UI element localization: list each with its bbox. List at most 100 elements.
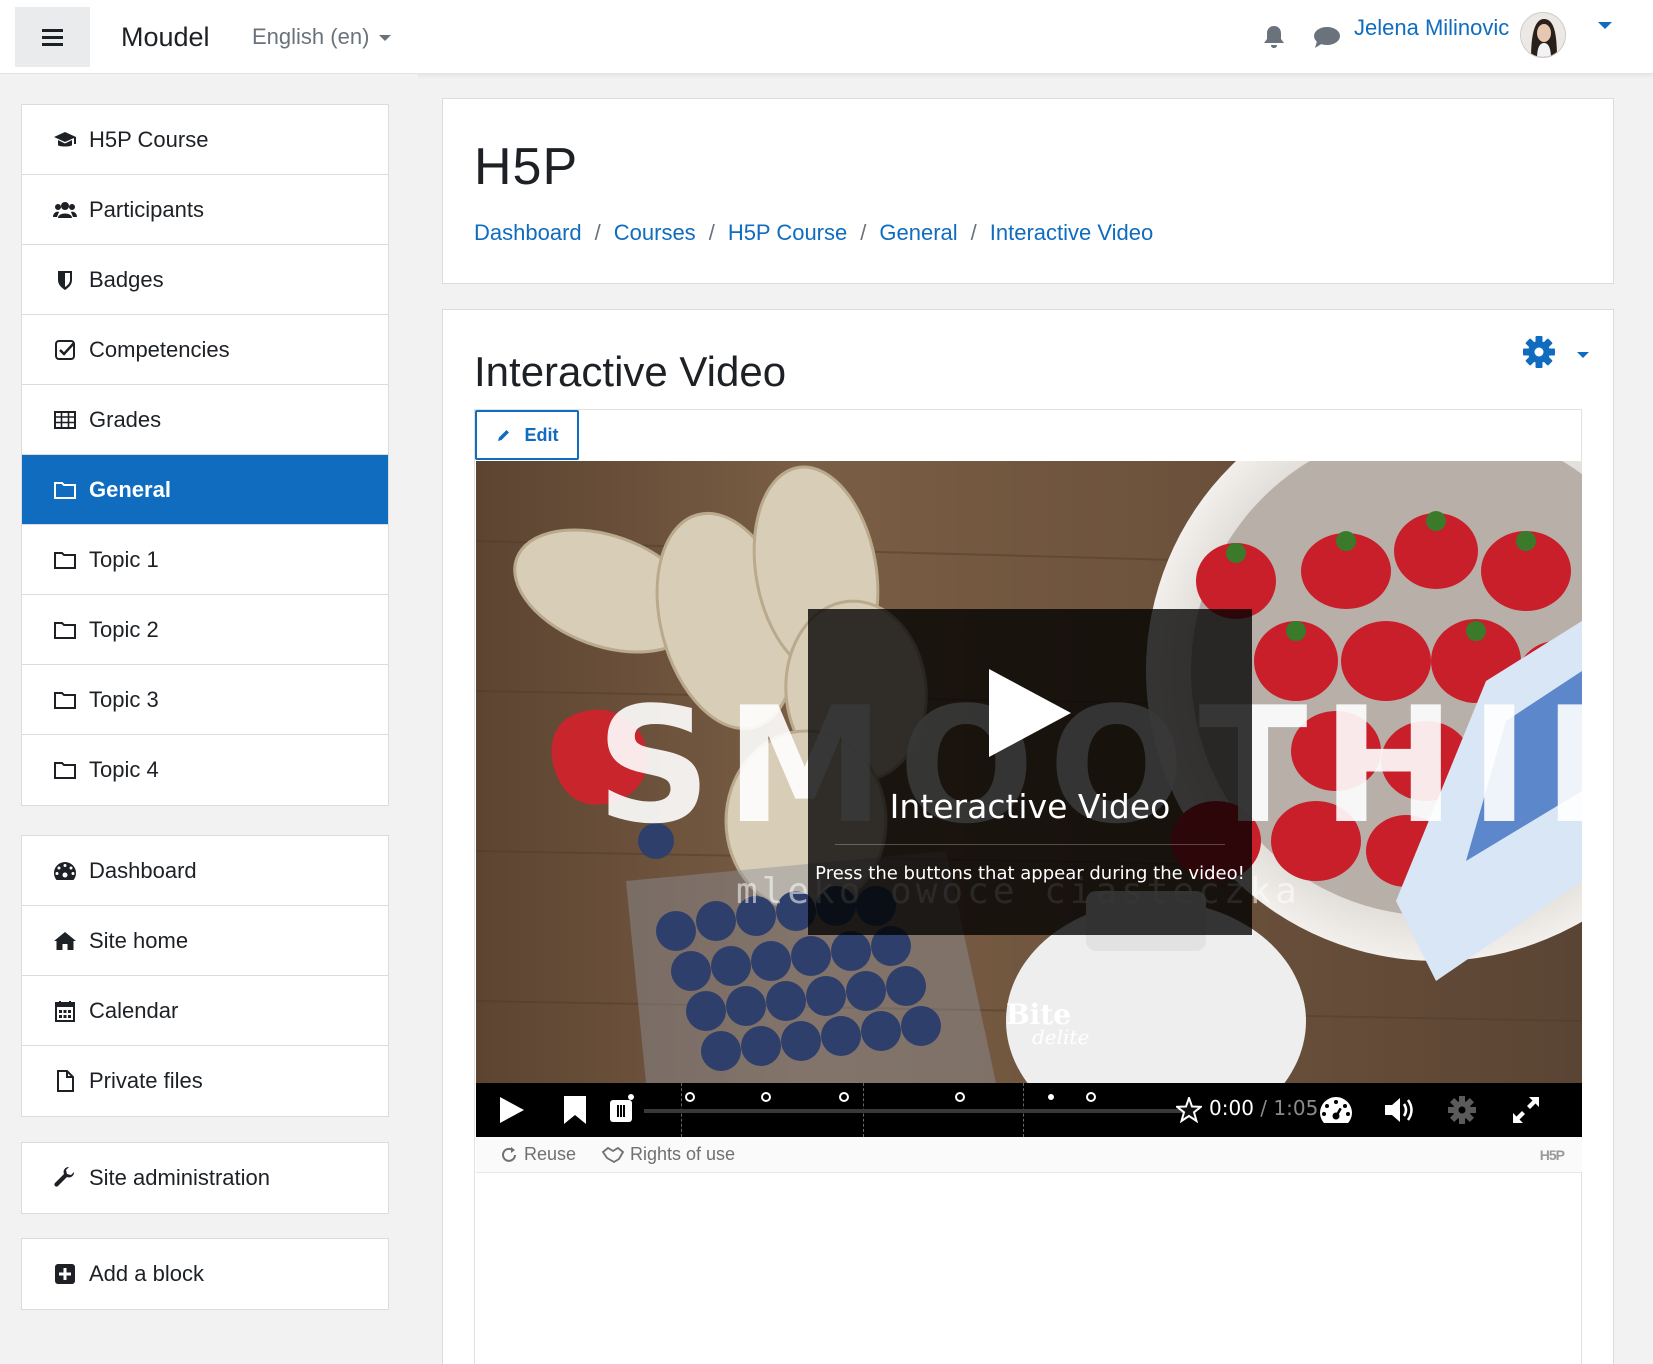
bell-icon[interactable]: [1262, 24, 1286, 50]
play-button[interactable]: [498, 1095, 526, 1125]
breadcrumb-separator: /: [708, 220, 715, 245]
breadcrumb-link[interactable]: Interactive Video: [990, 220, 1153, 246]
total-duration: 1:05: [1273, 1096, 1319, 1120]
nav-item-label: Dashboard: [89, 857, 197, 883]
gear-menu-chevron-icon[interactable]: [1577, 352, 1589, 358]
site-nav-block: Dashboard Site home Calendar Private files: [21, 835, 389, 1117]
nav-item-label: H5P Course: [89, 126, 209, 152]
folder-icon: [53, 478, 77, 502]
nav-item-label: Topic 4: [89, 757, 159, 782]
video-viewport[interactable]: SMOOTHIE mleko owoce ciasteczka Bitedeli…: [476, 461, 1582, 1083]
reuse-button[interactable]: Reuse: [500, 1144, 576, 1165]
nav-item-calendar[interactable]: Calendar: [22, 976, 388, 1046]
interaction-marker[interactable]: [955, 1092, 965, 1102]
breadcrumb-separator: /: [970, 220, 977, 245]
home-icon: [53, 929, 77, 953]
reuse-label: Reuse: [524, 1144, 577, 1164]
wrench-icon: [53, 1166, 77, 1190]
nav-item-badges[interactable]: Badges: [22, 245, 388, 315]
language-label: English ‎(en)‎: [252, 24, 370, 49]
rights-of-use-button[interactable]: Rights of use: [602, 1144, 735, 1165]
interaction-marker[interactable]: [685, 1092, 695, 1102]
nav-item-label: Topic 3: [89, 686, 159, 712]
nav-item-site-home[interactable]: Site home: [22, 906, 388, 976]
nav-item-label: Site home: [89, 927, 189, 953]
user-menu-chevron-icon[interactable]: [1598, 22, 1612, 29]
nav-item-label: Site administration: [89, 1165, 270, 1190]
nav-drawer: H5P Course Participants Badges Competencies…: [0, 74, 418, 1364]
nav-item-label: Badges: [89, 266, 164, 292]
breadcrumb-link[interactable]: General: [879, 220, 957, 246]
site-brand[interactable]: Moudel: [121, 22, 210, 53]
time-separator: /: [1260, 1096, 1268, 1120]
chevron-down-icon: [379, 35, 392, 42]
menu-toggle-button[interactable]: [15, 7, 90, 67]
handshake-icon: [602, 1146, 624, 1163]
nav-item-topic-3[interactable]: Topic 3: [22, 665, 388, 735]
seek-bar[interactable]: [644, 1109, 1188, 1113]
h5p-logo[interactable]: H5P: [1540, 1147, 1565, 1163]
interaction-marker[interactable]: [1086, 1092, 1096, 1102]
page-header-card: H5P Dashboard / Courses / H5P Course / General…: [442, 98, 1614, 284]
time-display: 0:00 / 1:05: [1209, 1096, 1318, 1120]
nav-item-site-administration[interactable]: Site administration: [22, 1143, 388, 1213]
nav-item-grades[interactable]: Grades: [22, 385, 388, 455]
nav-item-private-files[interactable]: Private files: [22, 1046, 388, 1116]
file-icon: [53, 1069, 77, 1093]
bookmarks-button[interactable]: [563, 1095, 587, 1125]
user-menu-name[interactable]: Jelena Milinovic: [1354, 15, 1509, 41]
volume-button[interactable]: [1384, 1095, 1416, 1125]
breadcrumb-separator: /: [860, 220, 867, 245]
settings-button[interactable]: [1448, 1096, 1476, 1124]
nav-item-add-a-block[interactable]: Add a block: [22, 1239, 388, 1309]
avatar[interactable]: [1520, 12, 1566, 58]
language-menu[interactable]: English ‎(en)‎: [252, 24, 392, 50]
summary-star-button[interactable]: [1176, 1097, 1202, 1123]
nav-item-topic-2[interactable]: Topic 2: [22, 595, 388, 665]
nav-item-topic-4[interactable]: Topic 4: [22, 735, 388, 805]
timeline-marker-solid[interactable]: [1048, 1094, 1054, 1100]
course-nav-block: H5P Course Participants Badges Competencies…: [21, 104, 389, 806]
tachometer-icon: [53, 859, 77, 883]
timeline-marker-solid[interactable]: [628, 1094, 634, 1100]
endscreens-button[interactable]: [609, 1099, 633, 1123]
big-play-icon[interactable]: [987, 667, 1073, 759]
nav-item-topic-1[interactable]: Topic 1: [22, 525, 388, 595]
calendar-icon: [53, 999, 77, 1023]
nav-item-dashboard[interactable]: Dashboard: [22, 836, 388, 906]
star-icon: [1176, 1097, 1202, 1123]
nav-item-h5p-course[interactable]: H5P Course: [22, 105, 388, 175]
gear-icon: [1448, 1096, 1476, 1124]
gear-icon[interactable]: [1522, 335, 1556, 369]
playback-rate-button[interactable]: [1319, 1095, 1353, 1125]
nav-item-participants[interactable]: Participants: [22, 175, 388, 245]
breadcrumb-link[interactable]: H5P Course: [728, 220, 847, 246]
activity-content-card: Interactive Video Edit mleko Bite delite…: [442, 309, 1614, 1364]
refresh-icon: [502, 1146, 516, 1162]
nav-item-general[interactable]: General: [22, 455, 388, 525]
edit-button-label: Edit: [524, 424, 559, 445]
hamburger-icon: [42, 28, 63, 46]
nav-item-label: Participants: [89, 196, 204, 222]
breadcrumb-link[interactable]: Dashboard: [474, 220, 582, 246]
plus-square-icon: [53, 1262, 77, 1286]
overlay-description: Press the buttons that appear during the…: [815, 863, 1245, 884]
fullscreen-button[interactable]: [1511, 1095, 1541, 1125]
nav-item-competencies[interactable]: Competencies: [22, 315, 388, 385]
pencil-icon: [497, 429, 509, 441]
chat-bubble-icon[interactable]: [1313, 26, 1341, 50]
edit-button[interactable]: Edit: [475, 410, 579, 460]
folder-icon: [53, 618, 77, 642]
interaction-marker[interactable]: [839, 1092, 849, 1102]
interaction-marker[interactable]: [761, 1092, 771, 1102]
logo-sub-text: delite: [1032, 1025, 1090, 1049]
breadcrumb-link[interactable]: Courses: [614, 220, 696, 246]
activity-title: Interactive Video: [474, 348, 787, 395]
nav-item-label: Competencies: [89, 336, 230, 362]
nav-item-label: Grades: [89, 406, 162, 432]
rights-of-use-label: Rights of use: [630, 1144, 736, 1164]
play-icon: [500, 1097, 524, 1123]
table-icon: [53, 408, 77, 432]
bookmark-icon: [564, 1096, 586, 1124]
overlay-title: Interactive Video: [889, 787, 1171, 826]
